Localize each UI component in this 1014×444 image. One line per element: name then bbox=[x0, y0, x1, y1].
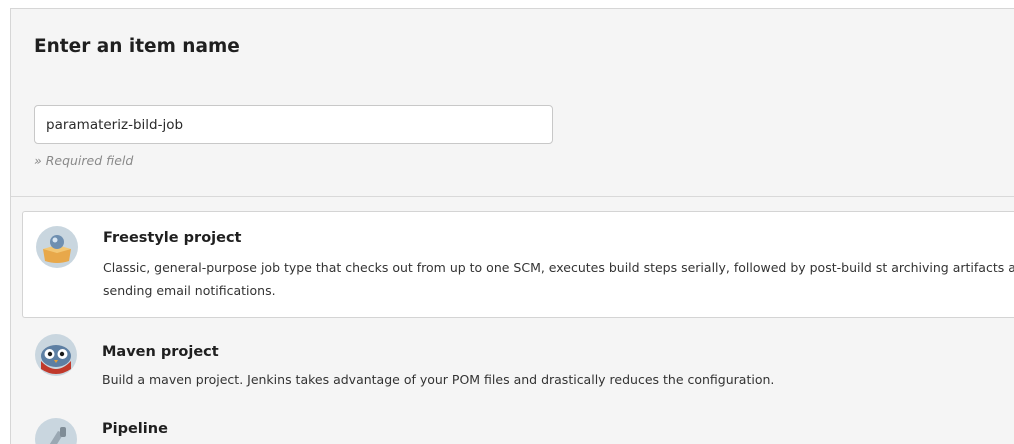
page-title: Enter an item name bbox=[34, 36, 240, 57]
required-field-note: » Required field bbox=[34, 153, 134, 168]
job-type-description: Build a maven project. Jenkins takes adv… bbox=[102, 372, 775, 387]
job-type-name: Freestyle project bbox=[103, 230, 242, 246]
job-type-name: Pipeline bbox=[102, 421, 168, 437]
job-type-description: Classic, general-purpose job type that c… bbox=[103, 260, 1014, 298]
page: Enter an item name » Required field Free… bbox=[0, 0, 1014, 444]
job-type-maven[interactable]: Maven project Build a maven project. Jen… bbox=[22, 324, 1014, 394]
job-type-pipeline[interactable]: Pipeline bbox=[22, 409, 1014, 444]
item-name-section: Enter an item name » Required field bbox=[11, 9, 1014, 197]
job-type-freestyle[interactable]: Freestyle project Classic, general-purpo… bbox=[22, 211, 1014, 318]
freestyle-box-icon bbox=[36, 226, 78, 268]
pipeline-icon bbox=[35, 418, 77, 444]
maven-owl-icon bbox=[35, 334, 77, 376]
item-name-input[interactable] bbox=[34, 105, 553, 144]
new-item-panel: Enter an item name » Required field Free… bbox=[10, 8, 1014, 444]
job-type-name: Maven project bbox=[102, 344, 219, 360]
